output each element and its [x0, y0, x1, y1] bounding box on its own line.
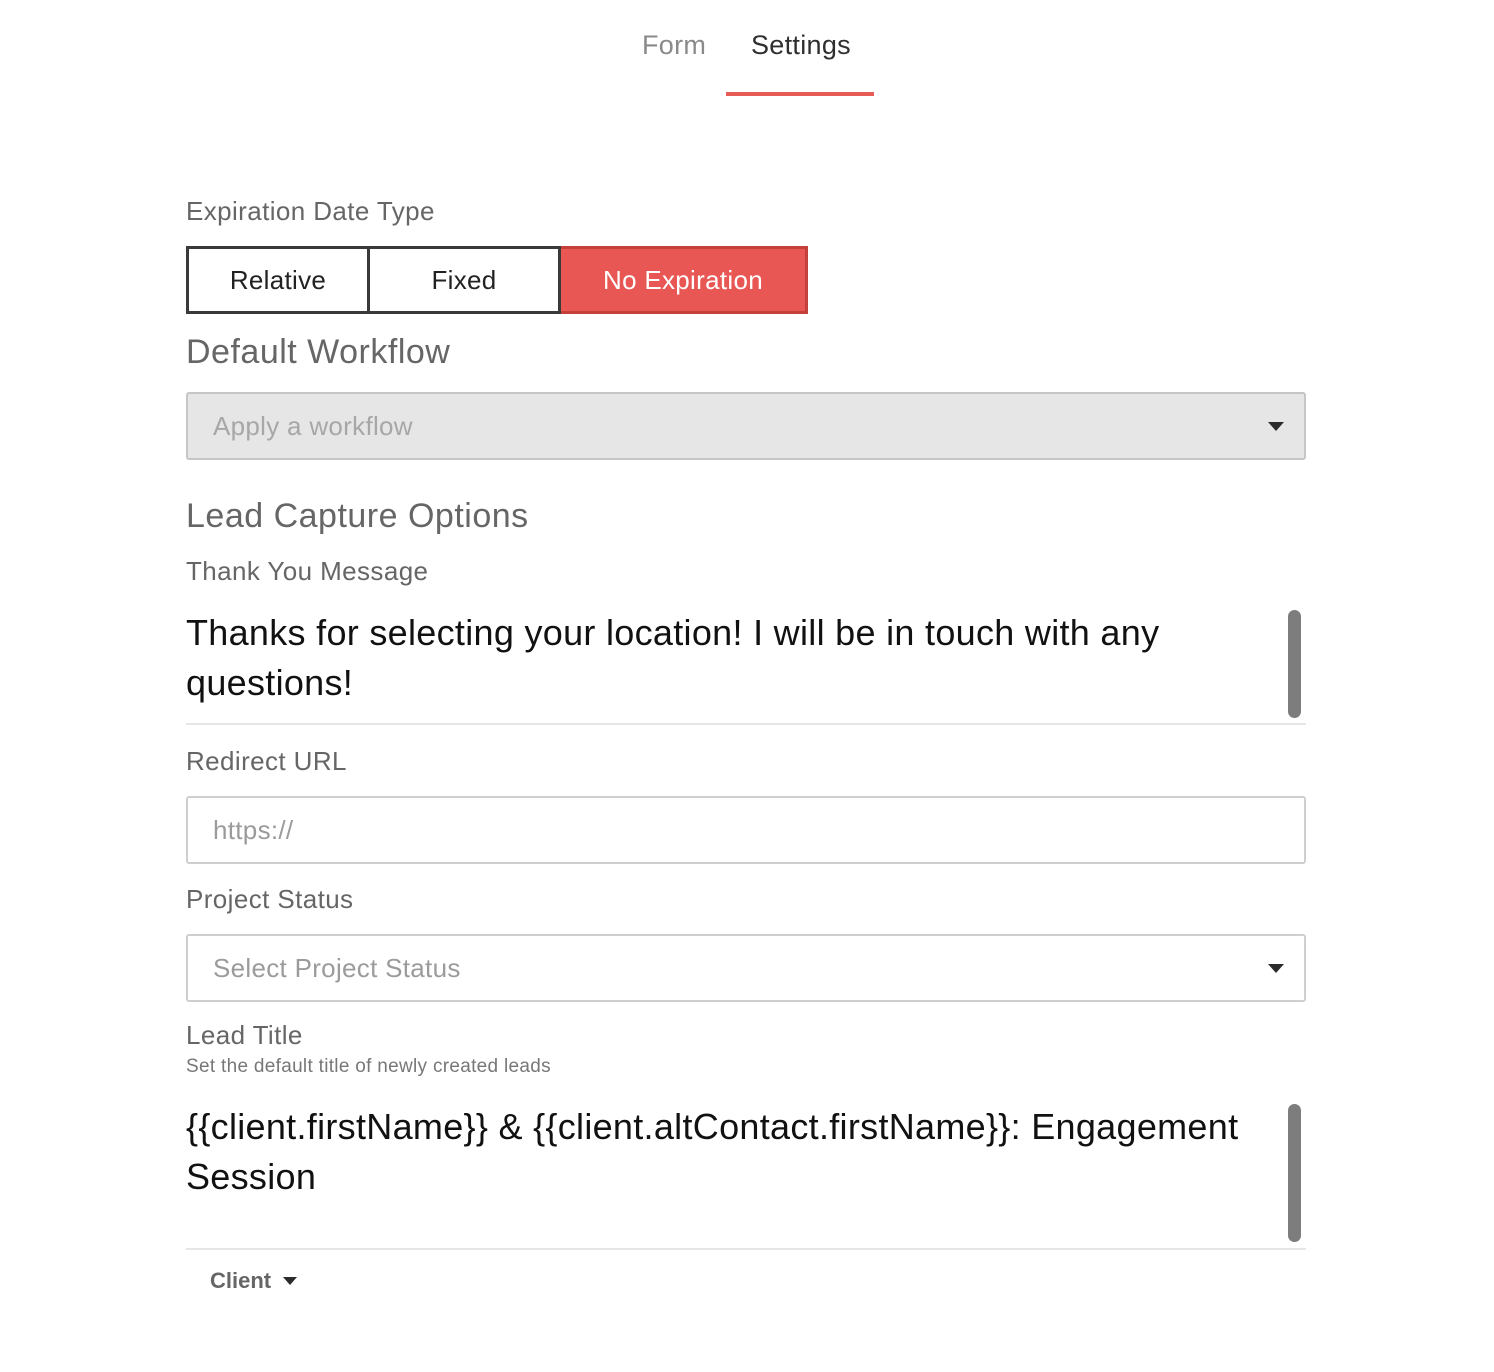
caret-down-icon [283, 1277, 298, 1285]
redirect-url-input[interactable]: https:// [186, 796, 1306, 864]
tab-settings[interactable]: Settings [751, 30, 851, 61]
expiration-relative-button[interactable]: Relative [186, 246, 370, 314]
default-workflow-heading: Default Workflow [186, 333, 451, 371]
thank-you-divider [186, 723, 1306, 725]
lead-title-scrollbar[interactable] [1288, 1104, 1301, 1242]
redirect-url-placeholder: https:// [213, 814, 294, 845]
redirect-url-label: Redirect URL [186, 746, 347, 776]
expiration-fixed-button[interactable]: Fixed [370, 246, 561, 314]
expiration-none-button[interactable]: No Expiration [561, 246, 808, 314]
active-tab-indicator [726, 92, 874, 96]
lead-capture-heading: Lead Capture Options [186, 497, 529, 535]
client-menu-label: Client [210, 1268, 272, 1293]
tab-form[interactable]: Form [642, 30, 706, 61]
workflow-select-placeholder: Apply a workflow [213, 410, 413, 441]
project-status-label: Project Status [186, 884, 354, 914]
thank-you-scrollbar[interactable] [1288, 610, 1301, 718]
chevron-down-icon [1268, 422, 1284, 431]
expiration-type-label: Expiration Date Type [186, 196, 435, 226]
thank-you-textarea[interactable]: Thanks for selecting your location! I wi… [186, 608, 1306, 718]
lead-title-label: Lead Title [186, 1020, 303, 1050]
chevron-down-icon [1268, 964, 1284, 973]
project-status-select[interactable]: Select Project Status [186, 934, 1306, 1002]
lead-title-textarea[interactable]: {{client.firstName}} & {{client.altConta… [186, 1102, 1306, 1242]
thank-you-label: Thank You Message [186, 556, 429, 586]
lead-title-helper: Set the default title of newly created l… [186, 1056, 551, 1077]
tab-bar: Form Settings [0, 0, 1494, 96]
workflow-select[interactable]: Apply a workflow [186, 392, 1306, 460]
settings-page: Form Settings Expiration Date Type Relat… [0, 0, 1494, 1372]
expiration-type-selector: Relative Fixed No Expiration [186, 246, 808, 314]
lead-title-divider [186, 1248, 1306, 1250]
project-status-placeholder: Select Project Status [213, 952, 461, 983]
client-variable-menu[interactable]: Client [210, 1268, 298, 1294]
